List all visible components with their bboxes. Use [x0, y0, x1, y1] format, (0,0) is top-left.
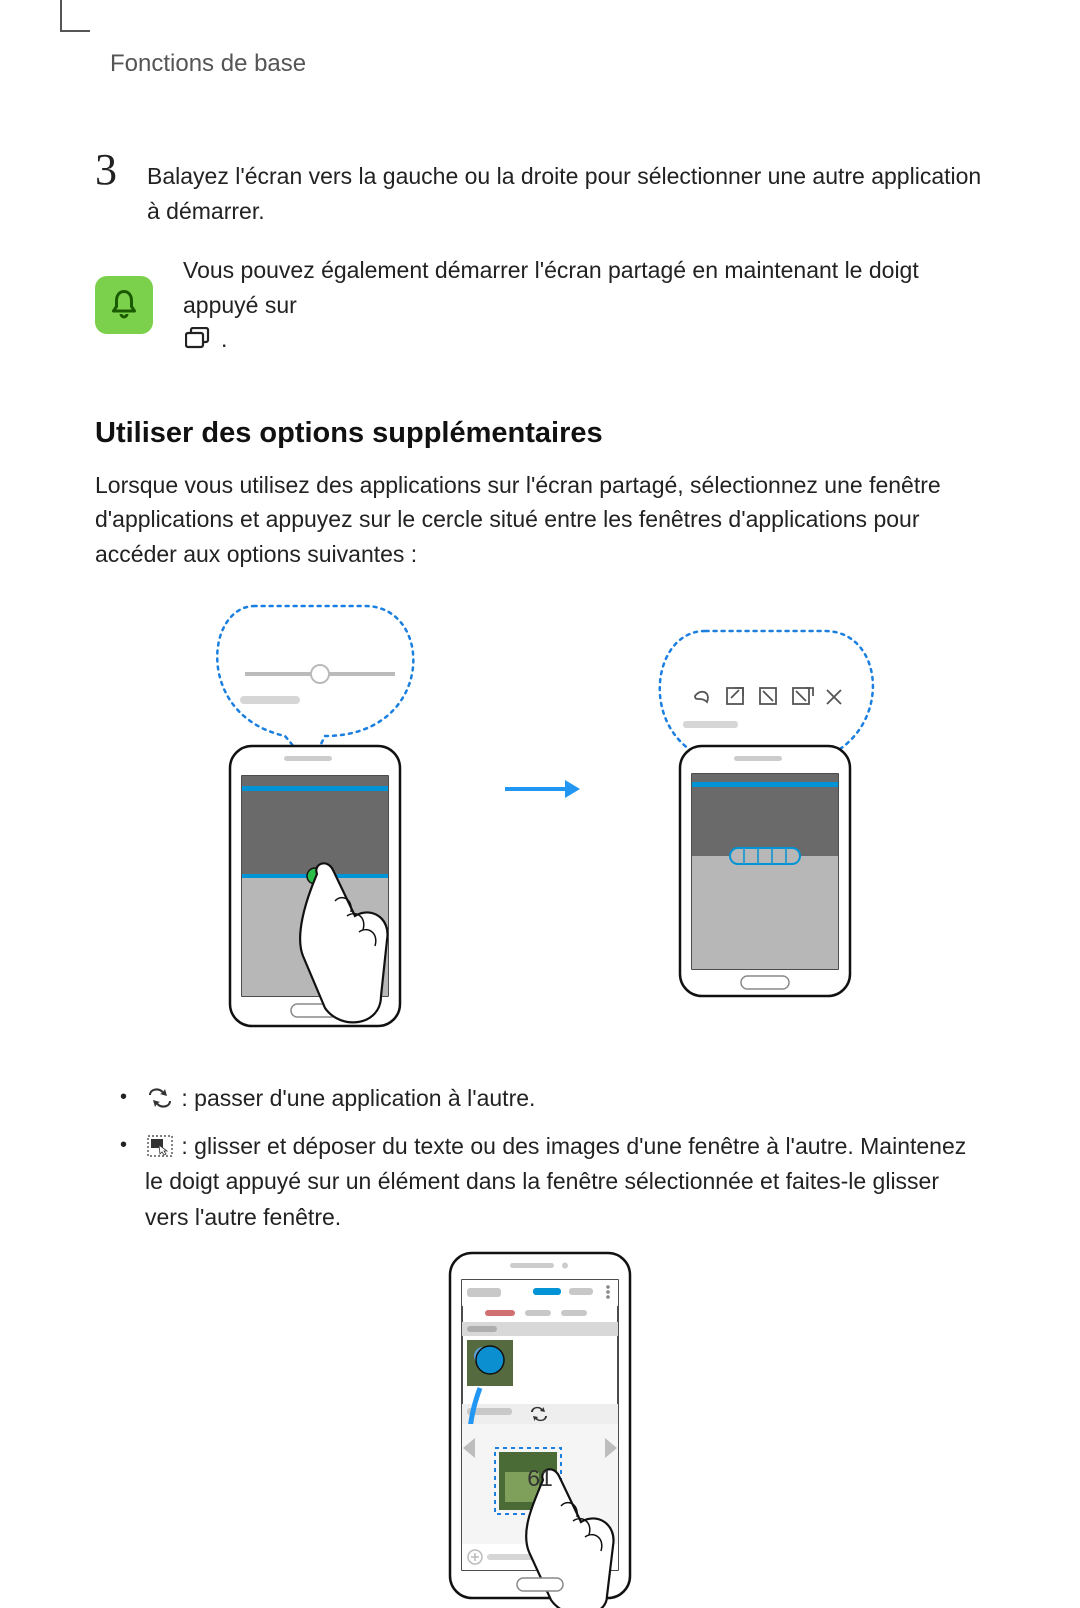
drag-drop-illustration [95, 1248, 985, 1608]
note-callout: Vous pouvez également démarrer l'écran p… [95, 253, 985, 357]
chapter-title: Fonctions de base [110, 50, 985, 78]
note-text-after: . [221, 322, 227, 357]
phone-illustration-right [635, 626, 895, 1011]
options-bullet-list: : passer d'une application à l'autre. : … [120, 1081, 985, 1236]
phone-illustration-left [185, 596, 445, 1041]
bell-icon [95, 276, 153, 334]
arrow-right-icon [500, 774, 580, 804]
section-intro: Lorsque vous utilisez des applications s… [95, 468, 985, 572]
page-number: 61 [0, 1465, 1080, 1492]
section-heading: Utiliser des options supplémentaires [95, 417, 985, 450]
bullet-swap-apps: : passer d'une application à l'autre. [120, 1081, 985, 1117]
step-text: Balayez l'écran vers la gauche ou la dro… [147, 159, 985, 228]
split-screen-illustration-row [95, 596, 985, 1041]
bullet-swap-text: : passer d'une application à l'autre. [175, 1085, 535, 1111]
step-3: 3 Balayez l'écran vers la gauche ou la d… [95, 148, 985, 228]
drag-drop-icon [147, 1132, 173, 1168]
bullet-drag-text: : glisser et déposer du texte ou des ima… [145, 1133, 966, 1230]
step-number: 3 [95, 148, 125, 192]
swap-icon [147, 1084, 173, 1120]
note-text-before: Vous pouvez également démarrer l'écran p… [183, 253, 985, 322]
bullet-drag-drop: : glisser et déposer du texte ou des ima… [120, 1129, 985, 1236]
recent-apps-icon [185, 324, 213, 359]
